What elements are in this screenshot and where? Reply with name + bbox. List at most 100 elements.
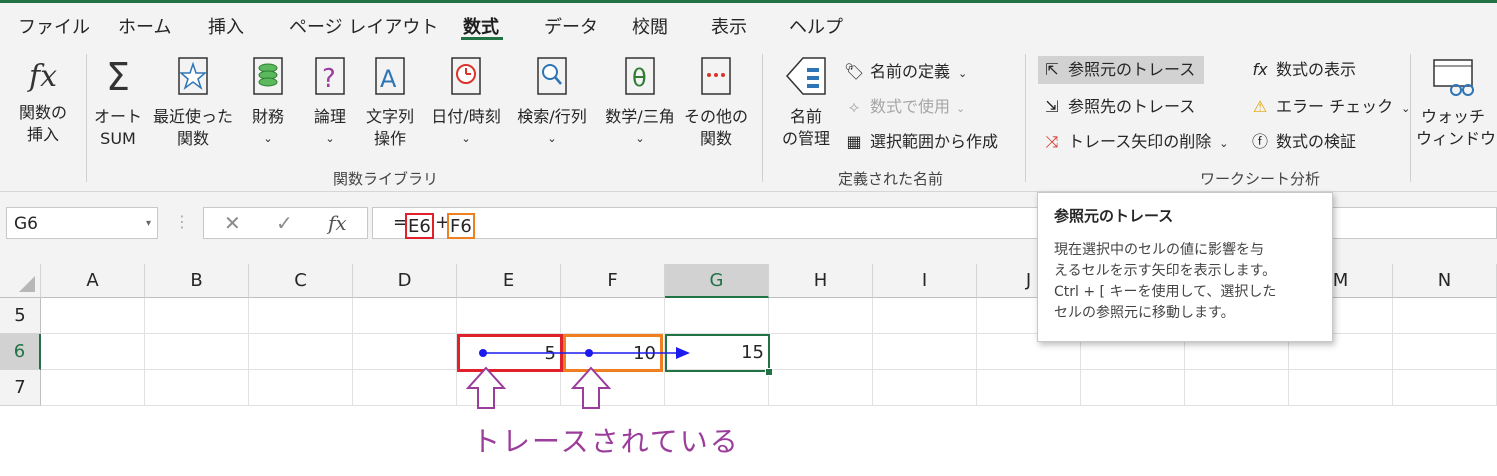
chevron-down-icon: ⌄ xyxy=(1219,137,1229,150)
logical-label: 論理 xyxy=(313,107,346,126)
group-label-function-library: 関数ライブラリ xyxy=(333,170,439,188)
formula-ref-e6: E6 xyxy=(405,213,434,239)
lookup-button[interactable]: 検索/行列 ⌄ xyxy=(510,52,594,150)
tab-formulas[interactable]: 数式 xyxy=(463,13,499,39)
dropdown-icon[interactable]: ▾ xyxy=(146,208,151,240)
show-formulas-label: 数式の表示 xyxy=(1276,60,1357,79)
tab-home[interactable]: ホーム xyxy=(118,13,171,39)
grid-icon: ▦ xyxy=(846,132,862,151)
question-book-icon: ? xyxy=(315,57,345,95)
tooltip-line: セルの参照元に移動します。 xyxy=(1054,305,1235,321)
math-button[interactable]: θ 数学/三角 ⌄ xyxy=(596,52,684,150)
tag-icon: 🏷 xyxy=(843,62,865,81)
svg-text:?: ? xyxy=(322,64,336,94)
group-label-formula-auditing: ワークシート分析 xyxy=(1200,170,1321,188)
logical-button[interactable]: ? 論理 ⌄ xyxy=(302,52,358,150)
trace-dependents-icon: ⇲ xyxy=(1045,97,1059,116)
ribbon: fx 関数の 挿入 Σ オート SUM 最近使った 関数 財務 ⌄ ? 論理 ⌄… xyxy=(0,46,1497,192)
math-label: 数学/三角 xyxy=(605,107,675,126)
tab-data[interactable]: データ xyxy=(544,13,598,39)
error-checking-label: エラー チェック xyxy=(1276,97,1394,116)
datetime-button[interactable]: 日付/時刻 ⌄ xyxy=(424,52,508,150)
more-functions-label: その他の 関数 xyxy=(684,107,749,148)
ribbon-tabs: ファイル ホーム 挿入 ページ レイアウト 数式 データ 校閲 表示 ヘルプ xyxy=(0,3,1497,46)
clock-book-icon xyxy=(451,57,481,95)
warning-icon: ⚠ xyxy=(1252,97,1268,116)
remove-arrows-icon: ⤨ xyxy=(1045,132,1059,151)
tab-page-layout[interactable]: ページ レイアウト xyxy=(289,13,438,39)
insert-function-label: 関数の 挿入 xyxy=(18,103,67,144)
recent-functions-button[interactable]: 最近使った 関数 xyxy=(150,52,236,150)
insert-function-button[interactable]: fx 関数の 挿入 xyxy=(8,52,78,146)
fx-icon: fx xyxy=(27,59,57,94)
chevron-down-icon: ⌄ xyxy=(325,132,335,145)
sigma-icon: Σ xyxy=(106,55,130,99)
watch-window-icon xyxy=(1433,59,1474,96)
trace-precedents-label: 参照元のトレース xyxy=(1068,60,1196,79)
text-book-icon: A xyxy=(375,57,405,95)
create-from-selection-label: 選択範囲から作成 xyxy=(870,132,999,151)
tab-insert[interactable]: 挿入 xyxy=(208,13,244,39)
tooltip-line: 現在選択中のセルの値に影響を与 xyxy=(1054,242,1264,258)
define-name-button[interactable]: 🏷 名前の定義 ⌄ xyxy=(842,58,967,86)
define-name-label: 名前の定義 xyxy=(870,62,951,81)
cancel-icon[interactable]: ✕ xyxy=(224,211,241,235)
annotation-text: トレースされている xyxy=(472,425,740,458)
up-arrow-icon xyxy=(570,366,612,409)
text-functions-button[interactable]: A 文字列 操作 xyxy=(358,52,422,150)
chevron-down-icon: ⌄ xyxy=(635,132,645,145)
separator xyxy=(1025,54,1026,182)
coins-icon xyxy=(253,57,283,95)
show-formulas-button[interactable]: fx 数式の表示 xyxy=(1248,56,1356,84)
use-in-formula-label: 数式で使用 xyxy=(870,97,951,116)
create-from-selection-button[interactable]: ▦ 選択範囲から作成 xyxy=(842,128,998,156)
svg-text:fx: fx xyxy=(27,59,57,94)
use-in-formula-button[interactable]: ⟡ 数式で使用 ⌄ xyxy=(842,93,966,121)
remove-arrows-button[interactable]: ⤨ トレース矢印の削除 ⌄ xyxy=(1040,128,1229,156)
name-box[interactable]: G6 ▾ xyxy=(6,207,158,239)
up-arrow-icon xyxy=(465,366,507,409)
separator xyxy=(86,54,87,182)
chevron-down-icon: ⌄ xyxy=(956,102,966,115)
recent-functions-label: 最近使った 関数 xyxy=(152,107,233,148)
evaluate-formula-button[interactable]: ⓕ 数式の検証 xyxy=(1248,128,1356,156)
tooltip-body: 現在選択中のセルの値に影響を与 えるセルを示す矢印を表示します。 Ctrl + … xyxy=(1054,240,1316,324)
trace-dependents-button[interactable]: ⇲ 参照先のトレース xyxy=(1040,93,1195,121)
autosum-label: オート SUM xyxy=(93,107,142,148)
name-manager-label: 名前 の管理 xyxy=(781,107,830,148)
lookup-label: 検索/行列 xyxy=(517,107,587,126)
separator xyxy=(1410,54,1411,182)
error-checking-button[interactable]: ⚠ エラー チェック ⌄ xyxy=(1248,93,1410,121)
magnifier-book-icon xyxy=(537,57,567,95)
chevron-down-icon: ⌄ xyxy=(958,67,968,80)
tab-review[interactable]: 校閲 xyxy=(632,13,668,39)
trace-dependents-label: 参照先のトレース xyxy=(1068,97,1196,116)
autosum-button[interactable]: Σ オート SUM xyxy=(88,52,148,150)
name-manager-button[interactable]: 名前 の管理 xyxy=(776,52,836,150)
theta-book-icon: θ xyxy=(625,57,655,95)
formula-buttons: ✕ ✓ fx xyxy=(203,207,368,239)
tooltip-trace-precedents: 参照元のトレース 現在選択中のセルの値に影響を与 えるセルを示す矢印を表示します… xyxy=(1037,192,1333,342)
tab-view[interactable]: 表示 xyxy=(711,13,747,39)
more-functions-button[interactable]: その他の 関数 xyxy=(684,52,748,150)
star-book-icon xyxy=(178,57,208,95)
group-label-defined-names: 定義された名前 xyxy=(838,170,944,188)
chevron-down-icon: ⌄ xyxy=(547,132,557,145)
active-tab-indicator xyxy=(461,37,503,40)
separator xyxy=(762,54,763,182)
trace-arrowhead xyxy=(676,347,690,359)
insert-function-icon[interactable]: fx xyxy=(328,211,347,235)
tab-help[interactable]: ヘルプ xyxy=(789,13,843,39)
tab-file[interactable]: ファイル xyxy=(18,13,90,39)
svg-text:A: A xyxy=(380,65,397,93)
evaluate-icon: ⓕ xyxy=(1251,132,1268,151)
enter-icon[interactable]: ✓ xyxy=(276,211,293,235)
remove-arrows-label: トレース矢印の削除 xyxy=(1068,132,1212,151)
tooltip-title: 参照元のトレース xyxy=(1054,207,1174,225)
trace-precedents-button[interactable]: ⇱ 参照元のトレース xyxy=(1038,56,1204,84)
annotation-arrows xyxy=(465,366,612,409)
svg-text:θ: θ xyxy=(632,64,647,92)
name-box-value: G6 xyxy=(14,214,38,234)
financial-button[interactable]: 財務 ⌄ xyxy=(240,52,296,150)
watch-window-button[interactable]: ウォッチ ウィンドウ xyxy=(1416,52,1496,150)
